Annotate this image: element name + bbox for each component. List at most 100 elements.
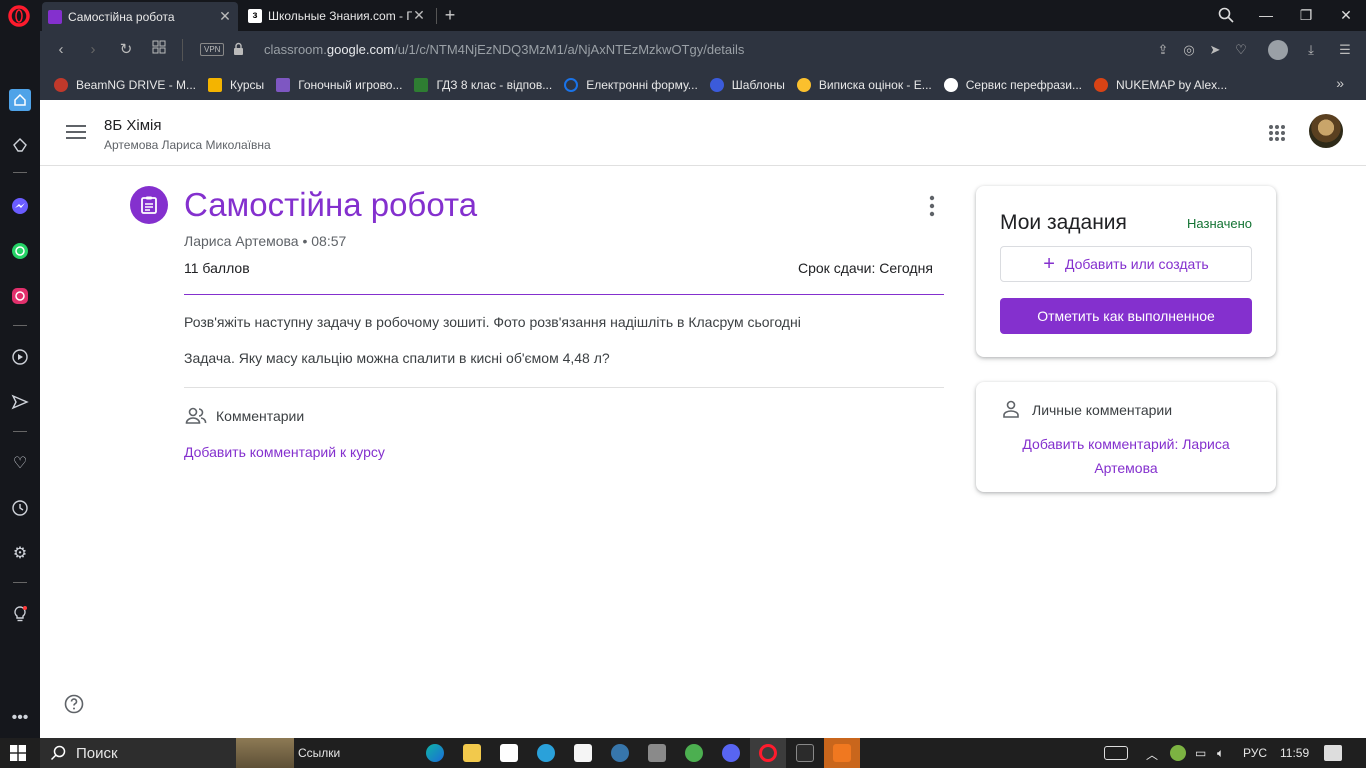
opera-logo-icon[interactable]: [8, 5, 30, 27]
share-icon[interactable]: ⇪: [1154, 41, 1172, 59]
reload-icon[interactable]: ↻: [115, 39, 137, 61]
bookmark-item[interactable]: Шаблоны: [709, 77, 785, 92]
tab-active[interactable]: Самостійна робота ✕: [42, 2, 238, 31]
racing-bookmark-icon: [276, 77, 291, 92]
bookmark-item[interactable]: ГДЗ 8 клас - відпов...: [414, 77, 553, 92]
lightbulb-bookmark-icon: [796, 77, 811, 92]
sidebar-separator: [13, 431, 27, 432]
volume-icon[interactable]: 🔈︎: [1217, 746, 1224, 761]
taskbar-search[interactable]: Поиск: [40, 738, 294, 768]
tab-search-icon[interactable]: [1206, 0, 1246, 31]
tray-chevron-icon[interactable]: ︿: [1146, 746, 1158, 763]
tab-close-icon[interactable]: ✕: [218, 8, 232, 25]
send-icon[interactable]: ➤: [1206, 41, 1224, 59]
notepad-icon[interactable]: [574, 744, 592, 762]
address-divider: [182, 39, 183, 61]
settings-gear-icon[interactable]: ⚙: [9, 542, 31, 564]
more-dots-icon[interactable]: •••: [9, 707, 31, 729]
people-icon: [185, 407, 207, 424]
vpn-badge[interactable]: VPN: [200, 43, 225, 56]
add-private-comment-link[interactable]: Добавить комментарий: Лариса Артемова: [1006, 432, 1246, 480]
restore-icon[interactable]: ❐: [1286, 0, 1326, 31]
browser-tab-bar: Самостійна робота ✕ з Школьные Знания.co…: [0, 0, 1366, 31]
tabs-grid-icon[interactable]: [148, 39, 170, 61]
keyboard-icon[interactable]: [1104, 746, 1128, 760]
notifications-icon[interactable]: [1324, 745, 1342, 761]
mark-as-done-button[interactable]: Отметить как выполненное: [1000, 298, 1252, 334]
profile-icon[interactable]: [1268, 40, 1288, 60]
whatsapp-icon[interactable]: [9, 240, 31, 262]
sidebar-separator: [13, 172, 27, 173]
python-icon[interactable]: [611, 744, 629, 762]
heart-icon[interactable]: ♡: [9, 452, 31, 474]
my-work-card: Мои задания Назначено + Добавить или соз…: [976, 186, 1276, 357]
tray-app-icon[interactable]: [1170, 745, 1186, 761]
telegram-icon[interactable]: [537, 744, 555, 762]
search-highlight-image: [236, 738, 294, 768]
bookmark-item[interactable]: Виписка оцінок - Е...: [796, 77, 932, 92]
file-explorer-icon[interactable]: [463, 744, 481, 762]
tab-inactive[interactable]: з Школьные Знания.com - Г ✕: [242, 3, 432, 28]
assignment-points: 11 баллов: [184, 260, 250, 276]
send-flow-icon[interactable]: [9, 391, 31, 413]
network-icon[interactable]: ▭: [1195, 746, 1206, 760]
private-comments-title: Личные комментарии: [1032, 402, 1173, 418]
add-class-comment-link[interactable]: Добавить комментарий к курсу: [184, 444, 385, 460]
znanija-favicon-icon: з: [248, 8, 262, 23]
utorrent-icon[interactable]: [685, 744, 703, 762]
url-host: google.com: [326, 42, 395, 57]
language-indicator[interactable]: РУС: [1243, 746, 1267, 760]
tab-close-icon[interactable]: ✕: [412, 7, 426, 24]
url-field[interactable]: classroom.google.com/u/1/c/NTM4NjEzNDQ3M…: [264, 42, 744, 57]
lock-icon[interactable]: [233, 42, 244, 56]
google-bookmark-icon: [564, 77, 579, 92]
main-menu-icon[interactable]: [66, 124, 86, 140]
downloads-icon[interactable]: ⤓: [1302, 41, 1320, 59]
edge-icon[interactable]: [426, 744, 444, 762]
help-icon[interactable]: [64, 694, 84, 714]
lightbulb-icon[interactable]: [9, 603, 31, 625]
bookmark-item[interactable]: BeamNG DRIVE - M...: [54, 77, 197, 92]
close-window-icon[interactable]: ✕: [1326, 0, 1366, 31]
back-icon[interactable]: ‹: [50, 39, 72, 61]
bookmark-item[interactable]: Сервис перефрази...: [943, 77, 1082, 92]
bookmark-label: Виписка оцінок - Е...: [818, 77, 932, 92]
bookmarks-more-icon[interactable]: »: [1336, 75, 1344, 91]
windows-start-icon[interactable]: [10, 745, 26, 761]
easy-setup-icon[interactable]: ☰: [1336, 41, 1354, 59]
bookmark-item[interactable]: NUKEMAP by Alex...: [1094, 77, 1227, 92]
opera-taskbar-icon[interactable]: [759, 744, 777, 762]
history-clock-icon[interactable]: [9, 497, 31, 519]
clock[interactable]: 11:59: [1280, 746, 1309, 760]
store-icon[interactable]: [500, 744, 518, 762]
add-or-create-button[interactable]: + Добавить или создать: [1000, 246, 1252, 282]
bookmark-item[interactable]: Електронні форму...: [564, 77, 698, 92]
bookmark-label: ГДЗ 8 клас - відпов...: [436, 77, 553, 92]
bookmark-item[interactable]: Гоночный игрово...: [276, 77, 402, 92]
bookmark-label: BeamNG DRIVE - M...: [76, 77, 197, 92]
google-apps-icon[interactable]: [1268, 124, 1286, 142]
epic-games-icon[interactable]: [796, 744, 814, 762]
home-icon[interactable]: [9, 89, 31, 111]
forward-icon[interactable]: ›: [82, 39, 104, 61]
bookmark-item[interactable]: Курсы: [208, 77, 264, 92]
account-avatar[interactable]: [1309, 114, 1343, 148]
discord-icon[interactable]: [722, 744, 740, 762]
private-comments-card: Личные комментарии Добавить комментарий:…: [976, 382, 1276, 492]
orange-app-icon[interactable]: [833, 744, 851, 762]
messenger-icon[interactable]: [9, 195, 31, 217]
class-name[interactable]: 8Б Хімія: [104, 117, 161, 134]
address-bar: ‹ › ↻ VPN classroom.google.com/u/1/c/NTM…: [40, 31, 1366, 69]
class-header: 8Б Хімія Артемова Лариса Миколаївна: [40, 100, 1366, 166]
instagram-icon[interactable]: [9, 285, 31, 307]
templates-bookmark-icon: [709, 77, 724, 92]
heart-bookmark-icon[interactable]: ♡: [1232, 41, 1250, 59]
calculator-icon[interactable]: [648, 744, 666, 762]
star-icon[interactable]: [9, 134, 31, 156]
minimize-icon[interactable]: —: [1246, 0, 1286, 31]
links-toolbar[interactable]: Ссылки: [298, 746, 340, 760]
player-icon[interactable]: [9, 346, 31, 368]
more-options-icon[interactable]: [922, 194, 942, 218]
snapshot-camera-icon[interactable]: ◎: [1180, 41, 1198, 59]
new-tab-plus-icon[interactable]: +: [440, 3, 460, 27]
